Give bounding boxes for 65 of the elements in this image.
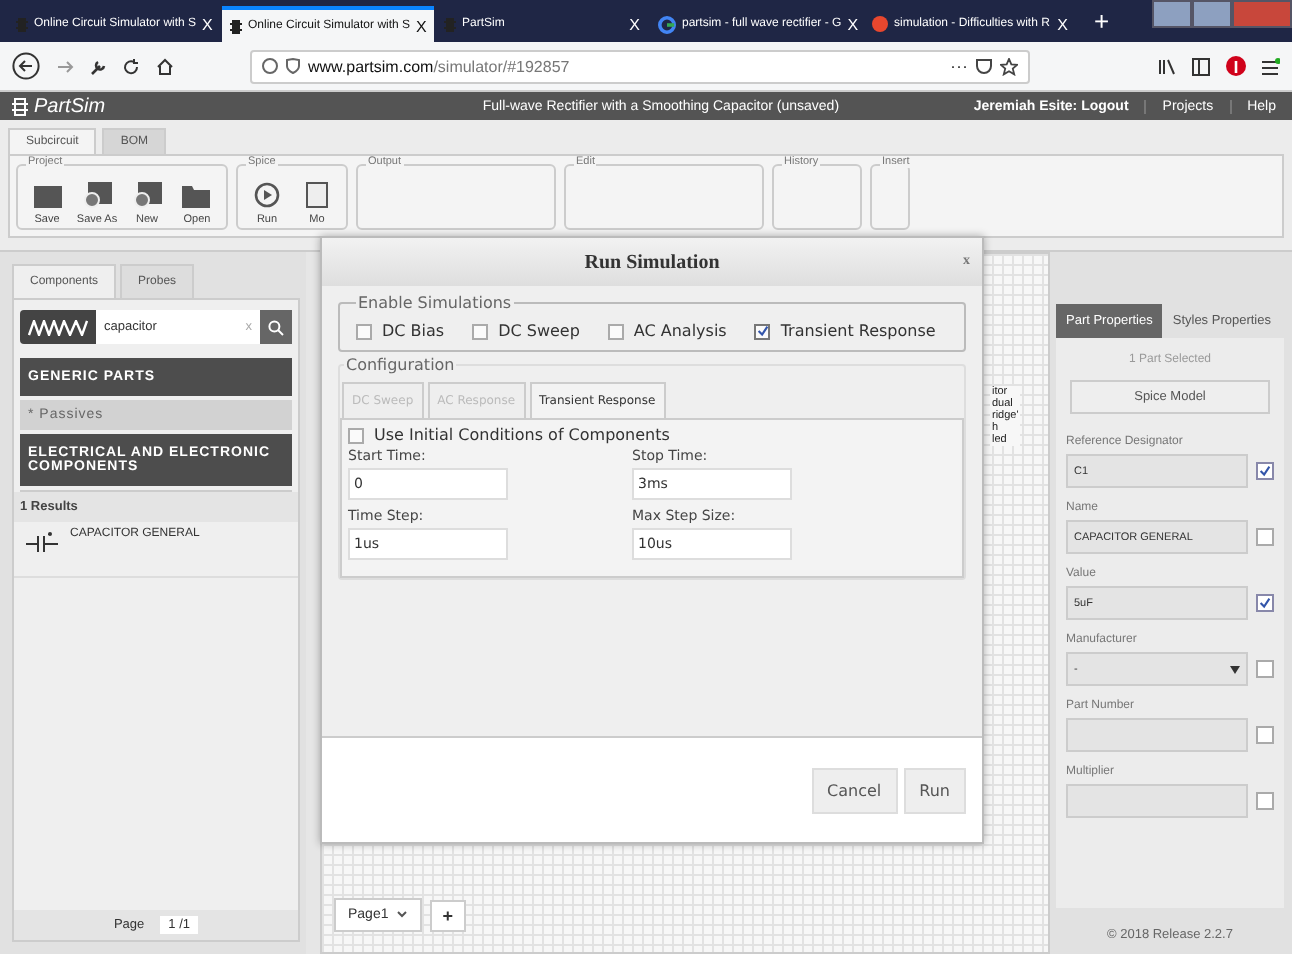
library-icon[interactable]	[1158, 57, 1176, 75]
checkbox[interactable]	[754, 323, 771, 339]
checkbox-label[interactable]: DC Sweep	[498, 322, 580, 340]
checkbox[interactable]	[1256, 528, 1274, 546]
input-field[interactable]	[1066, 784, 1248, 818]
save-icon	[33, 184, 61, 208]
logo-icon	[28, 319, 88, 335]
home-icon[interactable]	[156, 57, 174, 75]
checkbox[interactable]	[1256, 726, 1274, 744]
document-icon	[306, 182, 328, 208]
menu-icon[interactable]	[1262, 57, 1280, 75]
chip-icon	[12, 97, 28, 115]
checkbox[interactable]	[1256, 594, 1274, 612]
caret-icon	[1230, 665, 1240, 673]
close-icon[interactable]: X	[416, 17, 427, 35]
dialog-title: Run Simulation	[584, 251, 720, 273]
google-icon	[658, 15, 676, 33]
close-icon[interactable]: X	[202, 15, 213, 33]
checkbox-label[interactable]: AC Analysis	[633, 322, 727, 340]
search-button[interactable]	[260, 310, 292, 344]
checkbox-label[interactable]: Transient Response	[780, 322, 936, 340]
star-icon[interactable]	[1000, 57, 1018, 75]
close-icon[interactable]: X	[1057, 15, 1068, 33]
checkbox-label[interactable]: Use Initial Conditions of Components	[374, 426, 670, 444]
checkbox[interactable]	[607, 323, 624, 339]
app-logo[interactable]: PartSim	[34, 95, 106, 117]
maximize-button[interactable]	[1192, 0, 1232, 28]
folder-icon	[182, 184, 212, 208]
pin-icon[interactable]	[1226, 56, 1246, 76]
search-icon	[268, 319, 284, 335]
checkbox[interactable]	[1256, 462, 1274, 480]
play-icon	[254, 182, 280, 208]
shield-icon	[286, 58, 300, 74]
wrench-icon[interactable]	[90, 57, 106, 75]
dialog-button[interactable]: Cancel	[811, 767, 898, 813]
address-bar[interactable]: www.partsim.com/simulator/#192857 ···	[250, 49, 1030, 83]
checkbox-label[interactable]: DC Bias	[382, 322, 445, 340]
new-tab-button[interactable]: +	[1078, 6, 1126, 36]
input-field[interactable]	[1066, 718, 1248, 752]
back-icon[interactable]	[12, 52, 40, 80]
pocket-icon[interactable]	[976, 58, 992, 74]
checkbox[interactable]	[356, 323, 372, 339]
chip-icon	[230, 17, 242, 35]
capacitor-icon	[26, 528, 58, 552]
group-label: Configuration	[344, 356, 457, 374]
close-icon[interactable]: X	[629, 15, 640, 33]
new-icon	[133, 182, 161, 208]
caret-icon	[396, 908, 409, 920]
minimize-button[interactable]	[1152, 0, 1192, 28]
chip-icon	[444, 15, 456, 33]
checkbox[interactable]	[1256, 660, 1274, 678]
site-icon	[872, 16, 888, 32]
checkbox[interactable]	[472, 323, 489, 339]
info-icon	[262, 58, 278, 74]
add-page-button[interactable]: +	[430, 899, 466, 931]
chip-icon	[16, 15, 28, 33]
checkbox[interactable]	[1256, 792, 1274, 810]
checkbox[interactable]	[348, 427, 364, 443]
dialog-button[interactable]: Run	[903, 767, 966, 813]
group-label: Enable Simulations	[356, 294, 514, 312]
forward-icon[interactable]	[56, 57, 74, 75]
save-as-icon	[83, 182, 111, 208]
reload-icon[interactable]	[122, 57, 140, 75]
sidebar-icon[interactable]	[1192, 57, 1210, 75]
close-icon[interactable]: X	[847, 15, 859, 33]
